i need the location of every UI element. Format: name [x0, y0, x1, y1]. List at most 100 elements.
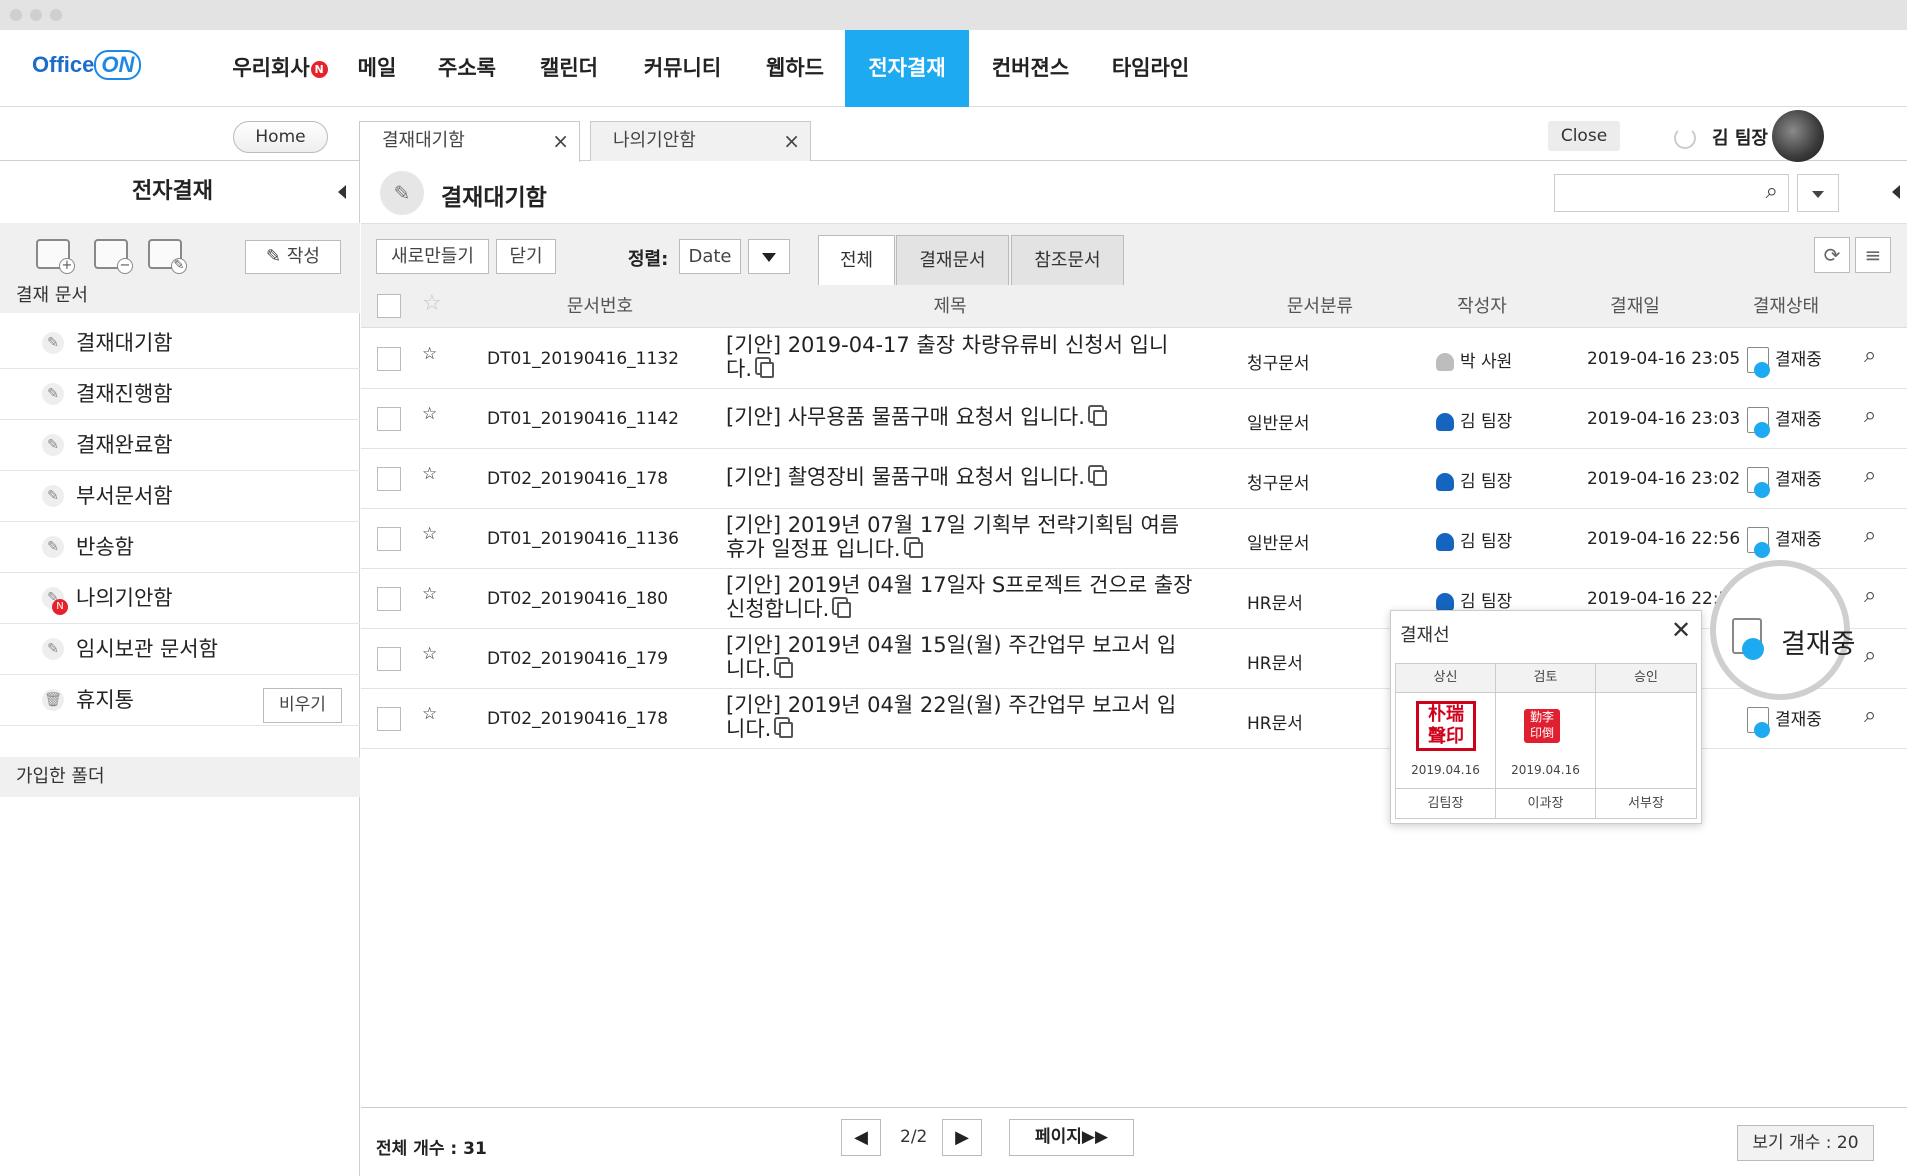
- sidebar-item-my-drafts[interactable]: ✎ N 나의기안함: [0, 573, 360, 624]
- column-status[interactable]: 결재상태: [1736, 285, 1836, 328]
- tab-my-drafts[interactable]: 나의기안함 ×: [590, 121, 811, 161]
- tab-approval-docs[interactable]: 결재문서: [896, 235, 1009, 286]
- app-logo[interactable]: Office ON: [32, 50, 142, 80]
- nav-item-addressbook[interactable]: 주소록: [425, 30, 509, 107]
- copy-icon[interactable]: [837, 602, 852, 618]
- column-doc-no[interactable]: 문서번호: [510, 285, 690, 328]
- doc-writer[interactable]: 김 팀장: [1436, 527, 1512, 552]
- status-badge[interactable]: 결재중: [1747, 465, 1822, 498]
- star-icon[interactable]: ☆: [422, 584, 437, 604]
- add-folder-icon[interactable]: +: [36, 239, 75, 274]
- status-badge[interactable]: 결재중: [1747, 525, 1822, 558]
- search-icon[interactable]: ⌕: [1864, 703, 1876, 728]
- tab-reference-docs[interactable]: 참조문서: [1011, 235, 1124, 286]
- star-icon[interactable]: ☆: [422, 344, 437, 364]
- star-icon[interactable]: ☆: [422, 464, 437, 484]
- copy-icon[interactable]: [908, 542, 923, 558]
- search-icon[interactable]: ⌕: [1864, 523, 1876, 548]
- doc-title[interactable]: [기안] 사무용품 물품구매 요청서 입니다.: [726, 405, 1206, 429]
- next-page-button[interactable]: ▶: [942, 1119, 982, 1156]
- search-icon[interactable]: ⌕: [1766, 179, 1778, 204]
- new-button[interactable]: 새로만들기: [376, 239, 489, 274]
- copy-icon[interactable]: [1092, 470, 1107, 486]
- search-icon[interactable]: ⌕: [1864, 403, 1876, 428]
- window-minimize-dot[interactable]: [30, 9, 42, 21]
- view-count-select[interactable]: 보기 개수 : 20: [1737, 1125, 1874, 1161]
- empty-trash-button[interactable]: 비우기: [263, 688, 342, 723]
- nav-item-approval[interactable]: 전자결재: [845, 30, 969, 107]
- star-icon[interactable]: ☆: [422, 524, 437, 544]
- row-checkbox[interactable]: [377, 587, 401, 611]
- user-name[interactable]: 김 팀장: [1712, 124, 1768, 150]
- nav-item-mail[interactable]: 메일: [345, 30, 409, 107]
- row-checkbox[interactable]: [377, 467, 401, 491]
- doc-title[interactable]: [기안] 2019년 04월 15일(월) 주간업무 보고서 입 니다.: [726, 633, 1206, 681]
- row-checkbox[interactable]: [377, 347, 401, 371]
- table-row[interactable]: ☆ DT02_20190416_178 [기안] 촬영장비 물품구매 요청서 입…: [361, 449, 1907, 509]
- row-checkbox[interactable]: [377, 407, 401, 431]
- remove-folder-icon[interactable]: −: [94, 239, 133, 274]
- column-title[interactable]: 제목: [900, 285, 1000, 328]
- doc-writer[interactable]: 박 사원: [1436, 347, 1512, 372]
- sort-dropdown[interactable]: [748, 239, 790, 274]
- window-zoom-dot[interactable]: [50, 9, 62, 21]
- status-badge[interactable]: 결재중: [1747, 405, 1822, 438]
- sidebar-item-dept-docs[interactable]: ✎ 부서문서함: [0, 471, 360, 522]
- status-badge[interactable]: 결재중: [1747, 345, 1822, 378]
- close-icon[interactable]: ×: [783, 122, 800, 160]
- doc-title[interactable]: [기안] 2019년 04월 22일(월) 주간업무 보고서 입 니다.: [726, 693, 1206, 741]
- search-icon[interactable]: ⌕: [1864, 643, 1876, 668]
- nav-item-webhard[interactable]: 웹하드: [753, 30, 837, 107]
- avatar[interactable]: [1772, 110, 1824, 162]
- sidebar-item-approval-progress[interactable]: ✎ 결재진행함: [0, 369, 360, 420]
- page-jump-button[interactable]: 페이지▶▶: [1009, 1119, 1134, 1156]
- write-button[interactable]: ✎ 작성: [245, 240, 341, 274]
- sidebar-item-returned[interactable]: ✎ 반송함: [0, 522, 360, 573]
- search-input[interactable]: ⌕: [1554, 174, 1789, 212]
- copy-icon[interactable]: [779, 662, 794, 678]
- doc-title[interactable]: [기안] 2019-04-17 출장 차량유류비 신청서 입니 다.: [726, 333, 1206, 381]
- select-all-checkbox[interactable]: [377, 294, 401, 318]
- column-category[interactable]: 문서분류: [1270, 285, 1370, 328]
- sort-select[interactable]: Date: [679, 239, 741, 274]
- doc-title[interactable]: [기안] 촬영장비 물품구매 요청서 입니다.: [726, 465, 1206, 489]
- close-doc-button[interactable]: 닫기: [496, 239, 556, 274]
- row-checkbox[interactable]: [377, 707, 401, 731]
- star-icon[interactable]: ☆: [422, 704, 437, 724]
- column-writer[interactable]: 작성자: [1432, 285, 1532, 328]
- copy-icon[interactable]: [779, 722, 794, 738]
- close-icon[interactable]: ✕: [1671, 616, 1691, 644]
- status-badge[interactable]: 결재중: [1747, 705, 1822, 738]
- copy-icon[interactable]: [760, 362, 774, 378]
- home-button[interactable]: Home: [233, 121, 328, 153]
- tab-all[interactable]: 전체: [818, 235, 895, 286]
- collapse-right-icon[interactable]: [1892, 185, 1900, 199]
- row-checkbox[interactable]: [377, 647, 401, 671]
- doc-title[interactable]: [기안] 2019년 07월 17일 기획부 전략기획팀 여름 휴가 일정표 입…: [726, 513, 1206, 561]
- doc-title[interactable]: [기안] 2019년 04월 17일자 S프로젝트 건으로 출장 신청합니다.: [726, 573, 1206, 621]
- close-button[interactable]: Close: [1548, 121, 1620, 151]
- sidebar-item-approval-waiting[interactable]: ✎ 결재대기함: [0, 318, 360, 369]
- refresh-icon[interactable]: ⟳: [1814, 237, 1850, 273]
- close-icon[interactable]: ×: [552, 122, 569, 160]
- nav-item-community[interactable]: 커뮤니티: [630, 30, 735, 107]
- edit-folder-icon[interactable]: ✎: [148, 239, 187, 274]
- search-icon[interactable]: ⌕: [1864, 463, 1876, 488]
- nav-item-calendar[interactable]: 캘린더: [527, 30, 611, 107]
- column-date[interactable]: 결재일: [1585, 285, 1685, 328]
- star-icon[interactable]: ☆: [422, 644, 437, 664]
- nav-item-company[interactable]: 우리회사 N: [225, 30, 335, 107]
- nav-item-convergence[interactable]: 컨버젼스: [978, 30, 1083, 107]
- search-icon[interactable]: ⌕: [1864, 583, 1876, 608]
- row-checkbox[interactable]: [377, 527, 401, 551]
- sidebar-item-approval-done[interactable]: ✎ 결재완료함: [0, 420, 360, 471]
- search-dropdown[interactable]: [1797, 174, 1839, 212]
- doc-writer[interactable]: 김 팀장: [1436, 587, 1512, 612]
- sidebar-item-temp-storage[interactable]: ✎ 임시보관 문서함: [0, 624, 360, 675]
- doc-writer[interactable]: 김 팀장: [1436, 407, 1512, 432]
- star-icon[interactable]: ☆: [422, 404, 437, 424]
- search-icon[interactable]: ⌕: [1864, 343, 1876, 368]
- window-close-dot[interactable]: [10, 9, 22, 21]
- tab-approval-waiting[interactable]: 결재대기함 ×: [359, 121, 580, 162]
- collapse-sidebar-icon[interactable]: [338, 185, 346, 199]
